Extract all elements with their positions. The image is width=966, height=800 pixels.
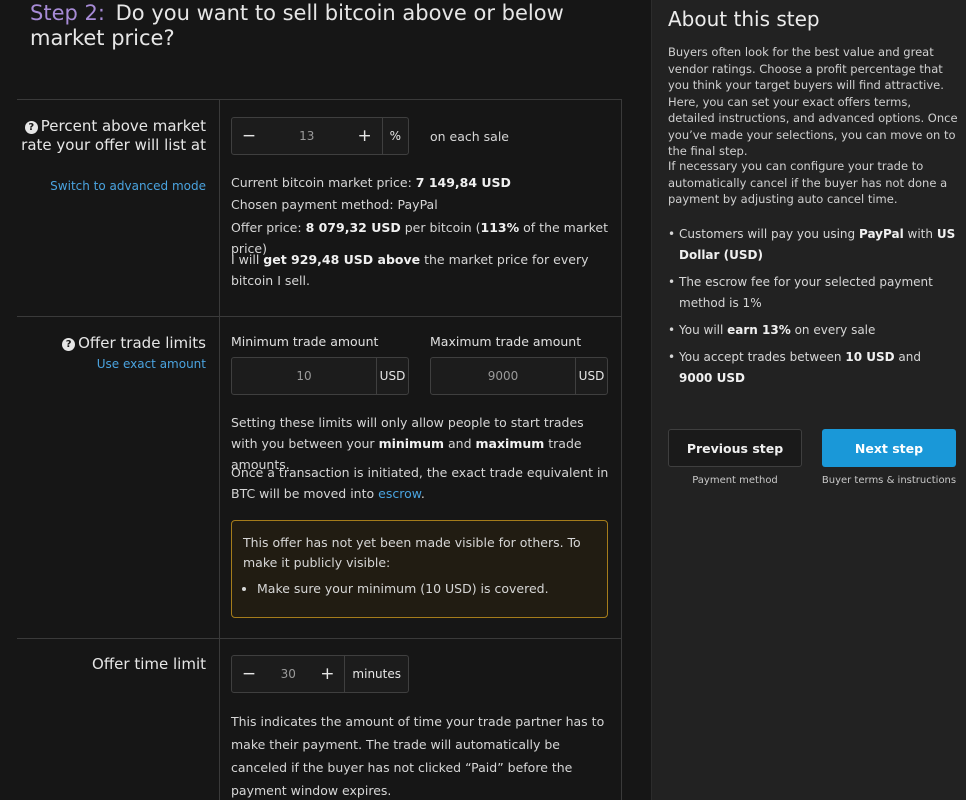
help-icon[interactable]: ? xyxy=(24,121,38,134)
percent-stepper[interactable]: − 13 + % xyxy=(231,117,409,155)
step-title-text: Do you want to sell bitcoin above or bel… xyxy=(30,1,564,50)
increment-button[interactable]: + xyxy=(310,656,344,692)
visibility-warning: This offer has not yet been made visible… xyxy=(231,520,608,618)
warning-item: Make sure your minimum (10 USD) is cover… xyxy=(257,579,596,599)
help-icon[interactable]: ? xyxy=(62,338,76,351)
decrement-button[interactable]: − xyxy=(232,118,266,154)
market-price-line: Current bitcoin market price: 7 149,84 U… xyxy=(231,175,511,190)
list-item: You will earn 13% on every sale xyxy=(668,320,958,341)
min-amount-input[interactable]: 10 USD xyxy=(231,357,409,395)
increment-button[interactable]: + xyxy=(348,118,382,154)
max-amount-unit: USD xyxy=(575,358,607,394)
previous-step-caption: Payment method xyxy=(692,475,778,486)
time-limit-unit: minutes xyxy=(344,656,408,692)
about-paragraph-2: If necessary you can configure your trad… xyxy=(668,159,948,206)
percent-label: ? Percent above market rate your offer wi… xyxy=(21,117,206,154)
min-amount-value[interactable]: 10 xyxy=(232,358,376,394)
time-limit-note: This indicates the amount of time your t… xyxy=(231,714,605,798)
escrow-note: Once a transaction is initiated, the exa… xyxy=(231,465,609,501)
about-paragraph-1: Buyers often look for the best value and… xyxy=(668,45,958,158)
previous-step-button[interactable]: Previous step xyxy=(668,429,802,467)
divider xyxy=(621,99,622,800)
divider xyxy=(17,99,621,100)
percent-unit: % xyxy=(381,118,408,154)
min-amount-unit: USD xyxy=(376,358,408,394)
main-panel: Step 2: Do you want to sell bitcoin abov… xyxy=(0,0,640,800)
list-item: You accept trades between 10 USD and 900… xyxy=(668,347,958,389)
list-item: Customers will pay you using PayPal with… xyxy=(668,224,958,266)
time-limit-stepper[interactable]: − 30 + minutes xyxy=(231,655,409,693)
about-sidebar: About this step Buyers often look for th… xyxy=(651,0,966,800)
summary-list: Customers will pay you using PayPal with… xyxy=(668,224,958,395)
divider xyxy=(17,316,621,317)
escrow-link[interactable]: escrow xyxy=(378,486,421,501)
profit-summary: I will get 929,48 USD above the market p… xyxy=(231,252,589,288)
time-limit-label: Offer time limit xyxy=(92,655,206,673)
warning-text: This offer has not yet been made visible… xyxy=(243,535,581,570)
limits-label: ? Offer trade limits xyxy=(62,334,206,353)
max-amount-input[interactable]: 9000 USD xyxy=(430,357,608,395)
max-amount-label: Maximum trade amount xyxy=(430,334,582,349)
min-amount-label: Minimum trade amount xyxy=(231,334,379,349)
time-limit-value[interactable]: 30 xyxy=(266,656,310,692)
about-title: About this step xyxy=(668,7,820,31)
switch-advanced-link[interactable]: Switch to advanced mode xyxy=(50,179,206,193)
decrement-button[interactable]: − xyxy=(232,656,266,692)
each-sale-text: on each sale xyxy=(430,129,509,144)
step-number: Step 2: xyxy=(30,1,105,25)
divider xyxy=(17,638,621,639)
use-exact-amount-link[interactable]: Use exact amount xyxy=(97,357,206,371)
divider xyxy=(219,99,220,800)
max-amount-value[interactable]: 9000 xyxy=(431,358,575,394)
page-title: Step 2: Do you want to sell bitcoin abov… xyxy=(30,1,630,51)
list-item: The escrow fee for your selected payment… xyxy=(668,272,958,314)
percent-value[interactable]: 13 xyxy=(266,118,348,154)
payment-method-line: Chosen payment method: PayPal xyxy=(231,197,438,212)
next-step-caption: Buyer terms & instructions xyxy=(821,475,957,486)
next-step-button[interactable]: Next step xyxy=(822,429,956,467)
